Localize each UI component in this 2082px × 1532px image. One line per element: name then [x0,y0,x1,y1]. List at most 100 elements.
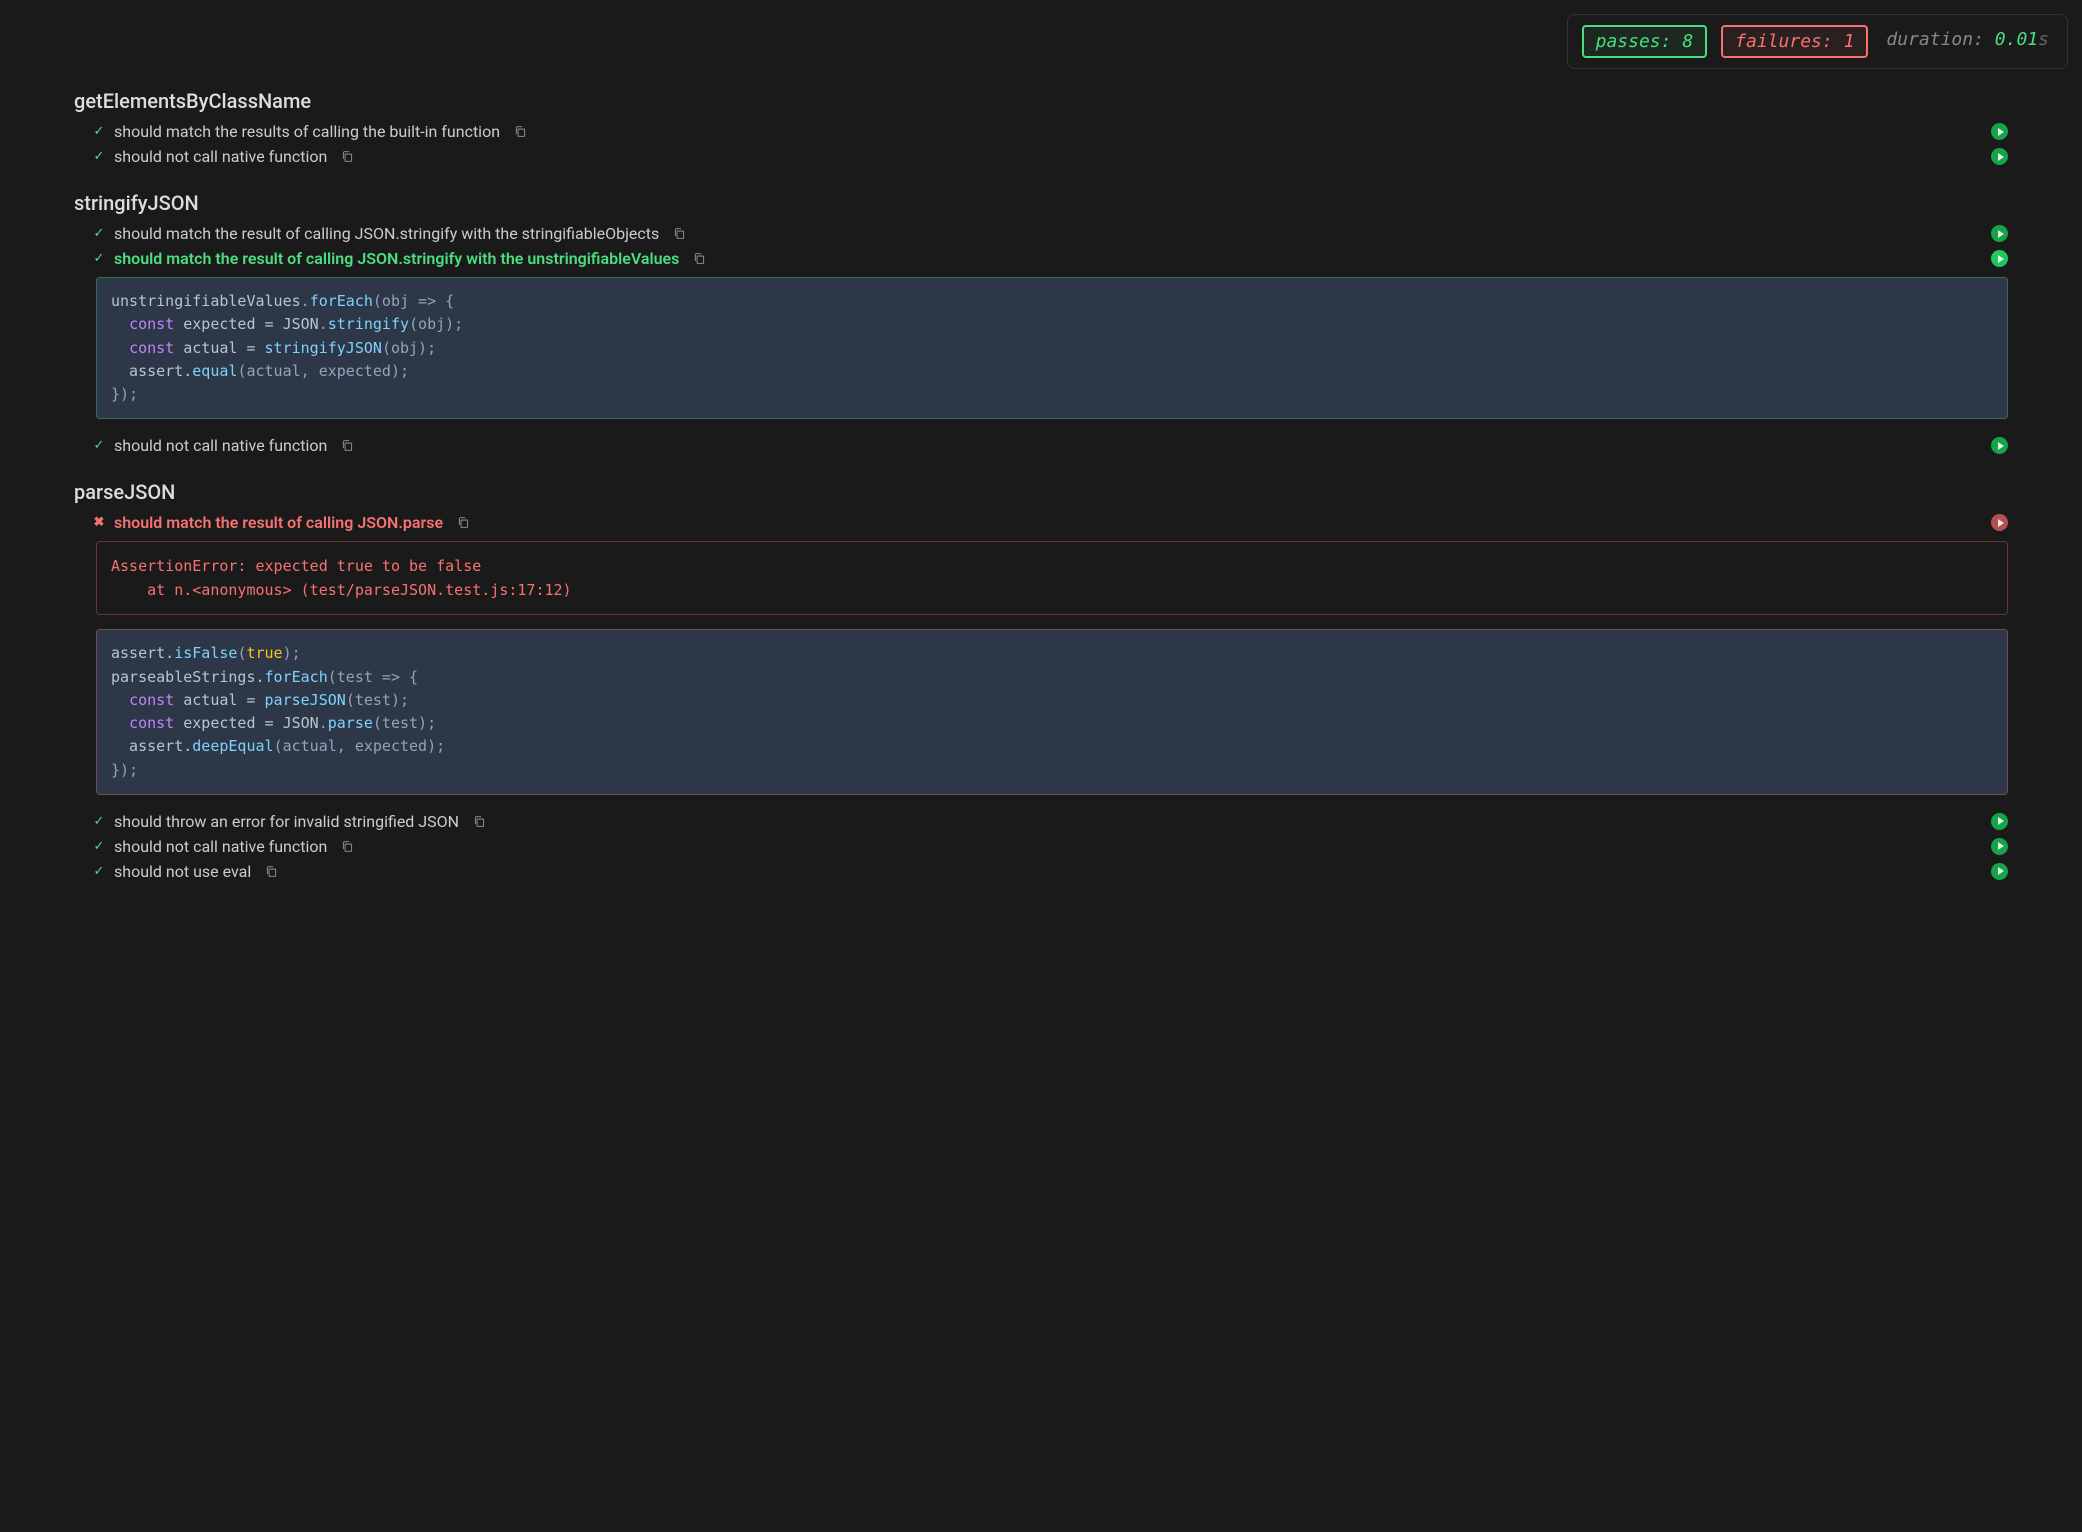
code-token: parseJSON [265,691,346,709]
code-token: JSON [283,714,319,732]
test-report: getElementsByClassName ✓ should match th… [14,89,2068,884]
code-token: isFalse [174,644,237,662]
check-icon: ✓ [92,226,106,241]
code-token: . [319,315,328,333]
suite-title[interactable]: stringifyJSON [74,191,2008,215]
test-label: should match the result of calling JSON.… [114,224,659,243]
test-label: should not call native function [114,837,327,856]
passes-label: passes: [1596,31,1672,52]
code-token: parseableStrings. [111,668,265,686]
check-icon: ✓ [92,864,106,879]
code-token: (obj => { [373,292,454,310]
suite: stringifyJSON ✓ should match the result … [74,191,2008,458]
suite-title[interactable]: getElementsByClassName [74,89,2008,113]
copy-icon[interactable] [339,149,355,165]
test-row[interactable]: ✓ should not call native function [74,433,2008,458]
play-icon[interactable] [1991,250,2008,267]
code-token: ); [283,644,301,662]
failures-label: failures: [1735,31,1833,52]
check-icon: ✓ [92,251,106,266]
passes-pill[interactable]: passes: 8 [1582,25,1708,58]
code-token: (actual, expected); [237,362,409,380]
code-token: equal [192,362,237,380]
copy-icon[interactable] [512,124,528,140]
test-row[interactable]: ✓ should not call native function [74,144,2008,169]
duration-stat: duration: 0.01s [1882,25,2053,58]
code-token: (test); [373,714,436,732]
test-row[interactable]: ✓ should not use eval [74,859,2008,884]
play-icon[interactable] [1991,813,2008,830]
code-token: const [129,315,174,333]
code-token: assert. [111,362,192,380]
test-row[interactable]: ✓ should throw an error for invalid stri… [74,809,2008,834]
error-block[interactable]: AssertionError: expected true to be fals… [96,541,2008,615]
check-icon: ✓ [92,124,106,139]
code-token: actual = [174,339,264,357]
code-token: const [129,339,174,357]
play-icon[interactable] [1991,838,2008,855]
code-token: }); [111,761,138,779]
code-token: }); [111,385,138,403]
test-label: should match the result of calling JSON.… [114,249,679,268]
check-icon: ✓ [92,839,106,854]
play-icon[interactable] [1991,225,2008,242]
code-token: . [301,292,310,310]
check-icon: ✓ [92,438,106,453]
play-icon[interactable] [1991,123,2008,140]
test-row[interactable]: ✓ should match the result of calling JSO… [74,246,2008,271]
play-icon[interactable] [1991,437,2008,454]
code-token: const [129,691,174,709]
code-token: (test); [346,691,409,709]
error-line: at n.<anonymous> (test/parseJSON.test.js… [111,581,572,599]
code-token [111,339,129,357]
code-token [111,691,129,709]
failures-pill[interactable]: failures: 1 [1721,25,1868,58]
test-row[interactable]: ✓ should match the result of calling JSO… [74,221,2008,246]
copy-icon[interactable] [671,226,687,242]
test-label: should match the result of calling JSON.… [114,513,443,532]
code-token: assert. [111,644,174,662]
code-token [111,714,129,732]
code-token: actual = [174,691,264,709]
play-icon[interactable] [1991,863,2008,880]
code-token: true [246,644,282,662]
code-token: (obj); [382,339,436,357]
code-token: deepEqual [192,737,273,755]
check-icon: ✓ [92,149,106,164]
check-icon: ✓ [92,814,106,829]
code-token: . [319,714,328,732]
test-label: should not call native function [114,147,327,166]
code-token: stringify [328,315,409,333]
duration-label: duration: [1886,29,1984,50]
play-icon[interactable] [1991,148,2008,165]
code-token: assert. [111,737,192,755]
code-token: expected = [174,714,282,732]
failures-count: 1 [1844,31,1855,52]
copy-icon[interactable] [339,438,355,454]
copy-icon[interactable] [691,251,707,267]
copy-icon[interactable] [263,863,279,879]
duration-unit: s [2038,29,2049,50]
code-block[interactable]: assert.isFalse(true); parseableStrings.f… [96,629,2008,795]
code-block[interactable]: unstringifiableValues.forEach(obj => { c… [96,277,2008,419]
test-row[interactable]: ✓ should not call native function [74,834,2008,859]
test-row[interactable]: ✓ should match the results of calling th… [74,119,2008,144]
test-label: should throw an error for invalid string… [114,812,459,831]
code-token [111,315,129,333]
code-token: JSON [283,315,319,333]
test-row[interactable]: ✖ should match the result of calling JSO… [74,510,2008,535]
code-token: parse [328,714,373,732]
code-token: forEach [265,668,328,686]
code-token: forEach [310,292,373,310]
test-label: should match the results of calling the … [114,122,500,141]
copy-icon[interactable] [471,813,487,829]
copy-icon[interactable] [339,838,355,854]
test-label: should not use eval [114,862,251,881]
cross-icon: ✖ [92,515,106,530]
play-icon[interactable] [1991,514,2008,531]
code-token: const [129,714,174,732]
duration-value: 0.01 [1995,29,2038,50]
copy-icon[interactable] [455,515,471,531]
suite-title[interactable]: parseJSON [74,480,2008,504]
code-token: (test => { [328,668,418,686]
